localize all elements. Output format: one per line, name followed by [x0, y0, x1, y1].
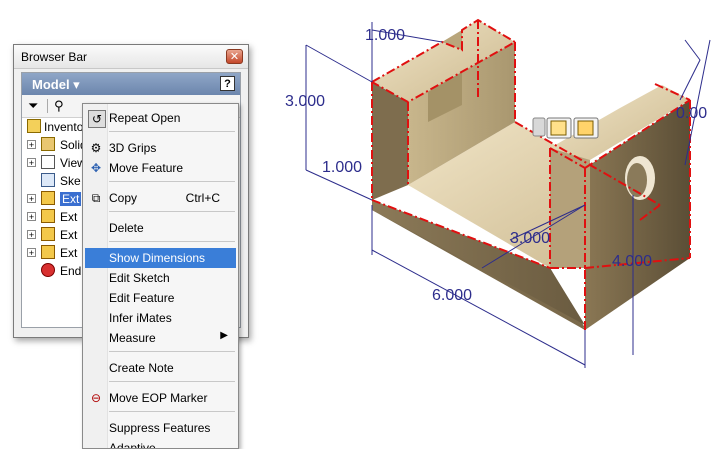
menu-item-repeat-open[interactable]: ↺ Repeat Open	[85, 108, 236, 128]
menu-item-edit-sketch[interactable]: Edit Sketch	[85, 268, 236, 288]
menu-separator	[109, 381, 235, 382]
dimension-label[interactable]: 3.000	[510, 230, 550, 247]
menu-item-delete[interactable]: Delete	[85, 218, 236, 238]
dimension-label[interactable]: 4.000	[612, 253, 652, 270]
part-icon	[27, 119, 41, 133]
mini-toolbar[interactable]	[532, 117, 599, 139]
solid-bodies-icon	[41, 137, 55, 151]
end-of-part-icon	[41, 263, 55, 277]
menu-item-show-dimensions[interactable]: Show Dimensions	[85, 248, 236, 268]
menu-item-move-feature[interactable]: ✥ Move Feature	[85, 158, 236, 178]
extrusion-icon	[41, 191, 55, 205]
dimension-label[interactable]: 6.000	[432, 287, 472, 304]
sketch-icon	[41, 173, 55, 187]
expand-icon[interactable]: +	[27, 230, 36, 240]
menu-item-create-note[interactable]: Create Note	[85, 358, 236, 378]
window-title: Browser Bar	[21, 50, 88, 64]
menu-item-infer-imates[interactable]: Infer iMates	[85, 308, 236, 328]
menu-item-copy[interactable]: ⧉ Copy Ctrl+C	[85, 188, 236, 208]
menu-item-measure[interactable]: Measure ▶	[85, 328, 236, 348]
grips-icon: ⚙	[90, 141, 102, 155]
selected-item-label: Ext	[60, 192, 82, 206]
expand-icon[interactable]: +	[27, 140, 36, 150]
filter-icon[interactable]: ⏷	[28, 98, 38, 114]
repeat-icon: ↺	[88, 110, 106, 128]
menu-separator	[109, 241, 235, 242]
dimension-label[interactable]: 0.00	[676, 105, 707, 122]
expand-icon[interactable]: +	[27, 158, 36, 168]
menu-item-move-eop-marker[interactable]: ⊖ Move EOP Marker	[85, 388, 236, 408]
context-menu: ↺ Repeat Open ⚙ 3D Grips ✥ Move Feature …	[82, 103, 239, 449]
menu-separator	[109, 181, 235, 182]
close-icon[interactable]: ✕	[226, 49, 243, 64]
menu-item-3d-grips[interactable]: ⚙ 3D Grips	[85, 138, 236, 158]
menu-item-suppress-features[interactable]: Suppress Features	[85, 418, 236, 438]
menu-separator	[109, 351, 235, 352]
extrusion-icon	[41, 227, 55, 241]
submenu-arrow-icon: ▶	[220, 330, 228, 341]
extrusion-icon	[41, 209, 55, 223]
expand-icon[interactable]: +	[27, 248, 36, 258]
move-feature-icon: ✥	[90, 161, 102, 175]
menu-item-adaptive[interactable]: Adaptive	[85, 438, 236, 448]
help-icon[interactable]: ?	[220, 76, 235, 91]
dimension-label[interactable]: 1.000	[365, 27, 405, 44]
edit-feature-icon[interactable]	[577, 120, 594, 136]
extrusion-icon	[41, 245, 55, 259]
eop-marker-icon: ⊖	[90, 391, 102, 405]
dimension-label[interactable]: 3.000	[285, 93, 325, 110]
view-icon	[41, 155, 55, 169]
model-dropdown-label: Model ▾	[32, 77, 80, 92]
expand-icon[interactable]: +	[27, 194, 36, 204]
toolbar-divider	[47, 99, 48, 113]
menu-separator	[109, 131, 235, 132]
menu-item-edit-feature[interactable]: Edit Feature	[85, 288, 236, 308]
menu-separator	[109, 211, 235, 212]
find-icon[interactable]: ⚲	[54, 98, 64, 114]
menu-separator	[109, 411, 235, 412]
model-dropdown[interactable]: Model ▾ ?	[22, 73, 240, 95]
copy-icon: ⧉	[91, 191, 101, 205]
edit-sketch-icon[interactable]	[550, 120, 567, 136]
title-bar[interactable]: Browser Bar ✕	[14, 45, 248, 69]
copy-shortcut: Ctrl+C	[185, 191, 220, 205]
expand-icon[interactable]: +	[27, 212, 36, 222]
dimension-label[interactable]: 1.000	[322, 159, 362, 176]
